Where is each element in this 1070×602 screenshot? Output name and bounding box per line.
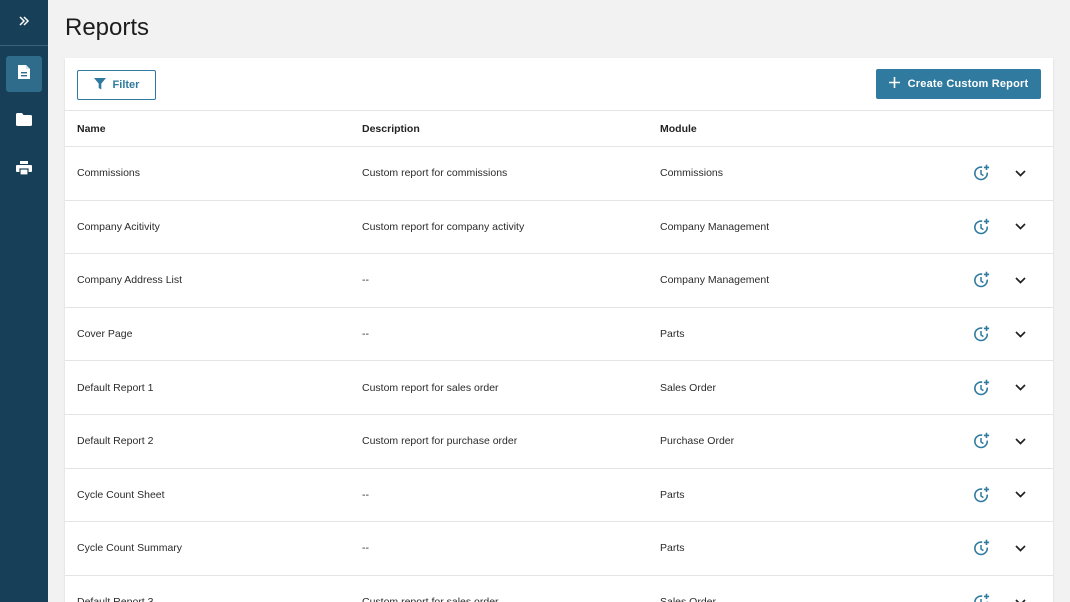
sidebar-item-folders[interactable] [6, 104, 42, 140]
table-row[interactable]: Company Acitivity Custom report for comp… [65, 201, 1053, 255]
row-actions [948, 378, 1053, 398]
report-description: Custom report for purchase order [362, 435, 518, 448]
sidebar [0, 0, 48, 602]
table-body: Commissions Custom report for commission… [65, 147, 1053, 602]
document-icon [17, 64, 31, 85]
filter-button[interactable]: Filter [77, 70, 156, 100]
report-module: Sales Order [660, 596, 948, 602]
toolbar: Filter Create Custom Report [65, 58, 1053, 111]
report-description: -- [362, 542, 369, 555]
report-module: Parts [660, 488, 685, 501]
report-module: Commissions [660, 167, 724, 180]
table-row[interactable]: Commissions Custom report for commission… [65, 147, 1053, 201]
schedule-add-icon[interactable] [971, 324, 991, 344]
column-header-name[interactable]: Name [65, 123, 362, 135]
schedule-add-icon[interactable] [971, 485, 991, 505]
row-actions [948, 217, 1053, 237]
column-header-description[interactable]: Description [362, 123, 660, 135]
chevron-down-icon[interactable] [1012, 594, 1028, 602]
create-custom-report-label: Create Custom Report [907, 78, 1029, 90]
report-name: Company Acitivity [77, 220, 160, 233]
row-actions [948, 431, 1053, 451]
schedule-add-icon[interactable] [971, 163, 991, 183]
sidebar-toggle-button[interactable] [0, 0, 48, 46]
page-title: Reports [65, 14, 150, 41]
schedule-add-icon[interactable] [971, 538, 991, 558]
schedule-add-icon[interactable] [971, 378, 991, 398]
table-row[interactable]: Company Address List -- Company Manageme… [65, 254, 1053, 308]
schedule-add-icon[interactable] [971, 217, 991, 237]
column-header-module[interactable]: Module [660, 123, 948, 135]
row-actions [948, 163, 1053, 183]
row-actions [948, 485, 1053, 505]
report-module: Purchase Order [660, 435, 735, 448]
report-description: -- [362, 274, 369, 287]
report-description: Custom report for sales order [362, 381, 499, 394]
chevron-down-icon[interactable] [1012, 272, 1028, 288]
report-description: Custom report for company activity [362, 220, 525, 233]
row-actions [948, 538, 1053, 558]
schedule-add-icon[interactable] [971, 592, 991, 602]
plus-icon [888, 77, 900, 91]
report-description: Custom report for sales order [362, 596, 660, 602]
report-name: Company Address List [77, 274, 183, 287]
filter-label: Filter [112, 79, 140, 91]
report-name: Commissions [77, 167, 141, 180]
report-name: Cycle Count Summary [77, 542, 183, 555]
reports-panel: Filter Create Custom Report Name Descrip… [65, 58, 1053, 602]
double-chevron-right-icon [18, 14, 30, 32]
chevron-down-icon[interactable] [1012, 487, 1028, 503]
sidebar-item-print[interactable] [6, 152, 42, 188]
report-name: Default Report 2 [77, 435, 154, 448]
schedule-add-icon[interactable] [971, 431, 991, 451]
create-custom-report-button[interactable]: Create Custom Report [876, 69, 1041, 99]
chevron-down-icon[interactable] [1012, 219, 1028, 235]
filter-icon [93, 77, 106, 93]
printer-icon [16, 160, 32, 180]
report-module: Company Management [660, 274, 770, 287]
report-module: Parts [660, 542, 685, 555]
table-row[interactable]: Cover Page -- Parts [65, 308, 1053, 362]
table-row[interactable]: Default Report 2 Custom report for purch… [65, 415, 1053, 469]
table-row[interactable]: Cycle Count Summary -- Parts [65, 522, 1053, 576]
chevron-down-icon[interactable] [1012, 433, 1028, 449]
table-row[interactable]: Default Report 1 Custom report for sales… [65, 361, 1053, 415]
report-module: Sales Order [660, 381, 717, 394]
table-header: Name Description Module [65, 111, 1053, 147]
report-description: -- [362, 328, 369, 341]
report-name: Default Report 1 [77, 381, 154, 394]
chevron-down-icon[interactable] [1012, 540, 1028, 556]
table-row[interactable]: Default Report 3 Custom report for sales… [65, 576, 1053, 602]
row-actions [948, 270, 1053, 290]
row-actions [948, 592, 1053, 602]
table-row[interactable]: Cycle Count Sheet -- Parts [65, 469, 1053, 523]
report-description: Custom report for commissions [362, 167, 508, 180]
folder-icon [16, 113, 32, 131]
row-actions [948, 324, 1053, 344]
schedule-add-icon[interactable] [971, 270, 991, 290]
report-name: Cover Page [77, 328, 133, 341]
report-name: Cycle Count Sheet [77, 488, 165, 501]
chevron-down-icon[interactable] [1012, 380, 1028, 396]
chevron-down-icon[interactable] [1012, 326, 1028, 342]
report-name: Default Report 3 [65, 596, 362, 602]
chevron-down-icon[interactable] [1012, 165, 1028, 181]
report-module: Company Management [660, 220, 770, 233]
sidebar-item-reports[interactable] [6, 56, 42, 92]
report-module: Parts [660, 328, 685, 341]
report-description: -- [362, 488, 369, 501]
